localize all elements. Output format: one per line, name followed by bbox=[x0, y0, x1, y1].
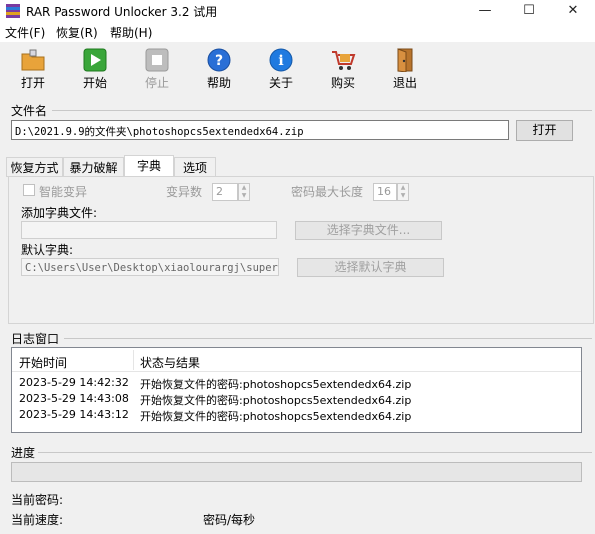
close-button[interactable]: ✕ bbox=[551, 0, 595, 22]
smart-mutation-checkbox[interactable] bbox=[23, 184, 35, 196]
progress-group-divider bbox=[38, 452, 592, 453]
current-password-label: 当前密码: bbox=[11, 493, 64, 507]
tab-brute-force[interactable]: 暴力破解 bbox=[63, 157, 124, 177]
about-toolbar-button[interactable]: i 关于 bbox=[258, 48, 304, 92]
default-dict-label: 默认字典: bbox=[21, 243, 74, 257]
log-row-3-status: 开始恢复文件的密码:photoshopcs5extendedx64.zip bbox=[140, 410, 412, 423]
file-path-input[interactable]: D:\2021.9.9的文件夹\photoshopcs5extendedx64.… bbox=[11, 120, 509, 140]
tab-options[interactable]: 选项 bbox=[174, 157, 216, 177]
log-column-status[interactable]: 状态与结果 bbox=[140, 354, 200, 371]
buy-toolbar-button[interactable]: 购买 bbox=[320, 48, 366, 92]
max-length-label: 密码最大长度 bbox=[291, 185, 364, 199]
svg-text:?: ? bbox=[215, 53, 223, 69]
stop-icon bbox=[145, 48, 169, 72]
minimize-button[interactable]: — bbox=[463, 0, 507, 22]
about-label: 关于 bbox=[268, 76, 293, 90]
log-group-label: 日志窗口 bbox=[11, 332, 60, 346]
log-row-2-time: 2023-5-29 14:43:08 bbox=[19, 392, 129, 405]
help-toolbar-button[interactable]: ? 帮助 bbox=[196, 48, 242, 92]
tab-recovery-method[interactable]: 恢复方式 bbox=[6, 157, 63, 177]
log-column-divider bbox=[133, 350, 134, 370]
select-dict-button[interactable]: 选择字典文件... bbox=[295, 221, 442, 240]
progress-group-label: 进度 bbox=[11, 446, 36, 460]
log-row-2-status: 开始恢复文件的密码:photoshopcs5extendedx64.zip bbox=[140, 394, 412, 407]
play-icon bbox=[83, 48, 107, 72]
default-dict-input[interactable]: C:\Users\User\Desktop\xiaolourargj\super… bbox=[21, 258, 279, 276]
log-header-divider bbox=[12, 371, 581, 372]
help-label: 帮助 bbox=[206, 76, 231, 90]
mutation-count-input[interactable]: 2 bbox=[212, 183, 238, 201]
info-icon: i bbox=[269, 48, 293, 72]
buy-label: 购买 bbox=[330, 76, 355, 90]
progress-bar bbox=[11, 462, 582, 482]
file-group-divider bbox=[52, 110, 592, 111]
add-dict-input[interactable] bbox=[21, 221, 277, 239]
add-dict-label: 添加字典文件: bbox=[21, 206, 98, 220]
cart-icon bbox=[332, 51, 356, 70]
open-label: 打开 bbox=[20, 76, 45, 90]
log-row-1-status: 开始恢复文件的密码:photoshopcs5extendedx64.zip bbox=[140, 378, 412, 391]
smart-mutation-label: 智能变异 bbox=[39, 185, 88, 199]
menu-recover[interactable]: 恢复(R) bbox=[56, 24, 98, 41]
mutation-count-stepper[interactable]: ▲ ▼ bbox=[238, 183, 250, 201]
window-title: RAR Password Unlocker 3.2 试用 bbox=[26, 5, 218, 19]
log-row-3-time: 2023-5-29 14:43:12 bbox=[19, 408, 129, 421]
title-bar: RAR Password Unlocker 3.2 试用 — ☐ ✕ bbox=[0, 0, 595, 22]
exit-toolbar-button[interactable]: 退出 bbox=[382, 48, 428, 92]
open-folder-icon bbox=[21, 49, 45, 71]
mutation-count-label: 变异数 bbox=[166, 185, 203, 199]
current-speed-label: 当前速度: bbox=[11, 513, 64, 527]
log-row-1-time: 2023-5-29 14:42:32 bbox=[19, 376, 129, 389]
open-file-button[interactable]: 打开 bbox=[516, 120, 573, 141]
stop-toolbar-button[interactable]: 停止 bbox=[134, 48, 180, 92]
current-speed-unit: 密码/每秒 bbox=[203, 513, 256, 527]
log-group-divider bbox=[64, 338, 592, 339]
max-length-stepper[interactable]: ▲ ▼ bbox=[397, 183, 409, 201]
log-column-start-time[interactable]: 开始时间 bbox=[19, 354, 67, 371]
menu-file[interactable]: 文件(F) bbox=[5, 24, 45, 41]
stop-label: 停止 bbox=[144, 76, 169, 90]
exit-label: 退出 bbox=[392, 76, 417, 90]
start-label: 开始 bbox=[82, 76, 107, 90]
start-toolbar-button[interactable]: 开始 bbox=[72, 48, 118, 92]
help-icon: ? bbox=[207, 48, 231, 72]
exit-door-icon bbox=[397, 48, 413, 72]
select-default-dict-button[interactable]: 选择默认字典 bbox=[297, 258, 444, 277]
max-length-input[interactable]: 16 bbox=[373, 183, 397, 201]
file-group-label: 文件名 bbox=[11, 104, 48, 118]
svg-text:i: i bbox=[278, 53, 283, 69]
app-logo-icon bbox=[6, 4, 20, 18]
maximize-button[interactable]: ☐ bbox=[507, 0, 551, 22]
menu-help[interactable]: 帮助(H) bbox=[110, 24, 152, 41]
tab-dictionary[interactable]: 字典 bbox=[124, 155, 174, 176]
open-toolbar-button[interactable]: 打开 bbox=[10, 48, 56, 92]
